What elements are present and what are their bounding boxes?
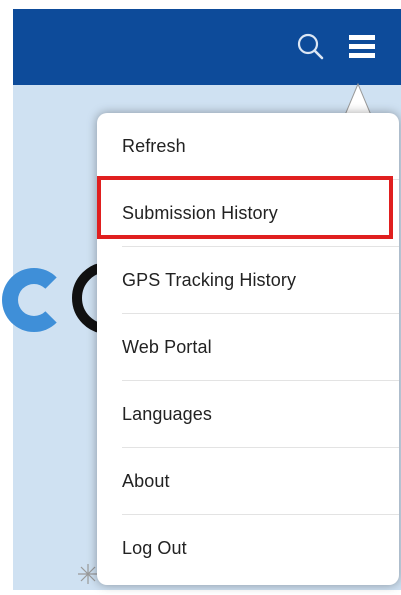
app-header (13, 9, 401, 85)
hamburger-menu-button[interactable] (345, 29, 381, 65)
menu-item-gps-tracking-history[interactable]: GPS Tracking History (97, 247, 399, 314)
menu-pointer-arrow (344, 82, 372, 116)
background-logo (0, 254, 100, 364)
menu-item-label: Log Out (122, 538, 187, 558)
menu-item-submission-history[interactable]: Submission History (97, 180, 399, 247)
menu-item-label: About (122, 471, 170, 491)
menu-item-label: Web Portal (122, 337, 212, 357)
hamburger-menu-icon (349, 35, 375, 58)
overflow-menu: Refresh Submission History GPS Tracking … (97, 113, 399, 585)
menu-item-log-out[interactable]: Log Out (97, 515, 399, 582)
menu-item-label: Refresh (122, 136, 186, 156)
search-button[interactable] (293, 29, 329, 65)
logo-letter-o (72, 262, 100, 334)
menu-item-about[interactable]: About (97, 448, 399, 515)
menu-item-refresh[interactable]: Refresh (97, 113, 399, 180)
menu-item-label: Languages (122, 404, 212, 424)
menu-item-label: Submission History (122, 203, 278, 223)
logo-letter-c (2, 268, 66, 332)
search-icon (297, 33, 324, 60)
menu-item-web-portal[interactable]: Web Portal (97, 314, 399, 381)
menu-item-label: GPS Tracking History (122, 270, 297, 290)
menu-item-languages[interactable]: Languages (97, 381, 399, 448)
